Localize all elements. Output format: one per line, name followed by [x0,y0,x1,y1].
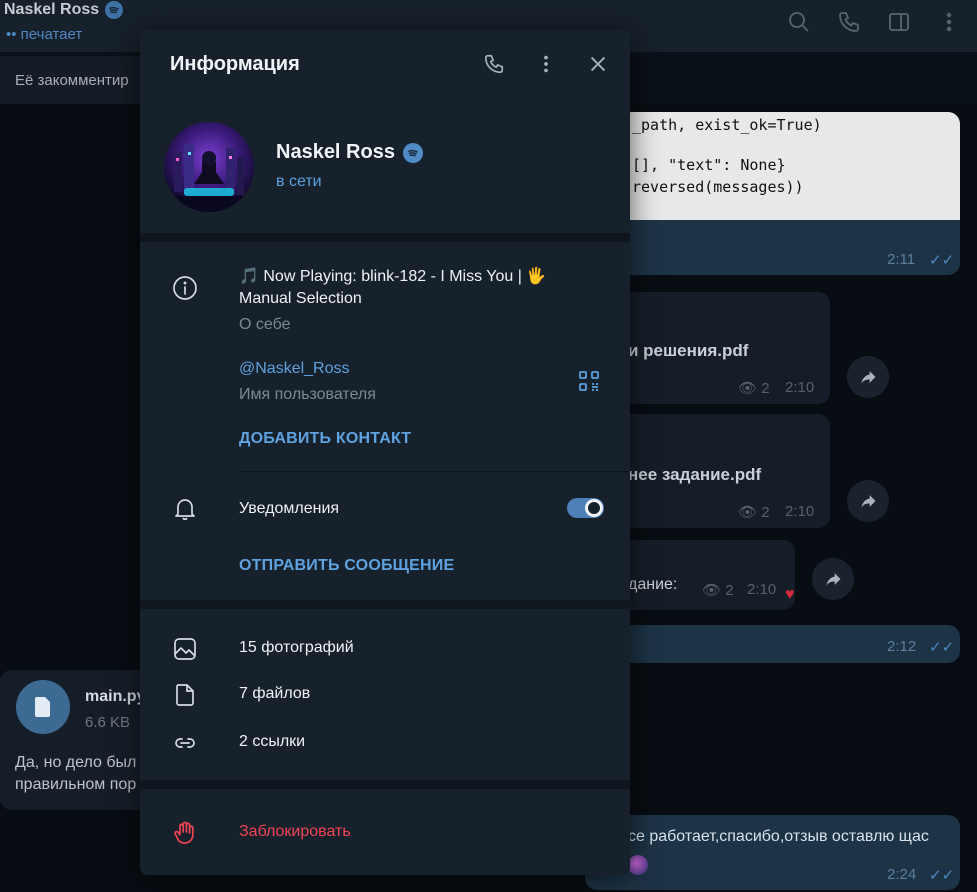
files-link[interactable]: 7 файлов [239,685,310,703]
share-button[interactable] [812,558,854,600]
message-time: 2:11 [887,251,916,268]
spotify-icon [402,142,423,163]
message-time: 2:10 [785,503,815,520]
links-link[interactable]: 2 ссылки [239,733,305,751]
chat-status: •• печатает [6,26,83,43]
section-separator [140,780,630,789]
divider [238,471,630,472]
share-button[interactable] [847,480,889,522]
phone-icon [484,54,504,74]
qr-code-icon[interactable] [578,370,600,392]
search-icon[interactable] [787,10,811,34]
file-icon [35,697,50,717]
views-count: 👁 2 [738,504,770,521]
panel-title: Информация [170,53,300,75]
views-count: 👁 2 [702,582,734,599]
close-button[interactable] [586,52,610,76]
file-download-button[interactable] [16,680,70,734]
file-name: main.py [85,688,146,705]
chat-title[interactable]: Naskel Ross [4,1,124,19]
bio-text: 🎵 Now Playing: blink-182 - I Miss You | … [239,268,547,285]
share-icon [861,371,876,384]
message-time: 2:10 [747,581,777,598]
bio-label: О себе [239,316,291,333]
bell-icon [172,496,198,522]
more-vertical-icon [544,55,548,73]
message-text: дание: [628,576,678,593]
message-text: се работает,спасибо,отзыв оставлю щас [628,828,929,845]
share-icon [826,573,841,586]
message-time: 2:12 [887,638,917,655]
read-ticks-icon: ✓✓ [929,252,955,269]
username[interactable]: @Naskel_Ross [239,360,350,378]
section-separator [140,233,630,242]
message-text: Да, но дело был [15,754,137,771]
section-separator [140,600,630,609]
more-button[interactable] [534,52,558,76]
link-icon [172,730,198,756]
more-vertical-icon[interactable] [937,10,961,34]
views-count: 👁 2 [738,380,770,397]
emoji-sticker [628,855,648,875]
profile-name: Naskel Ross [276,141,423,164]
panel-header: Информация [140,30,630,100]
read-ticks-icon: ✓✓ [929,867,955,884]
sidebar-icon[interactable] [887,10,911,34]
code-block: _path, exist_ok=True) [], "text": None} … [620,112,960,220]
close-icon [590,56,606,72]
phone-icon[interactable] [837,10,861,34]
username-label: Имя пользователя [239,386,376,403]
message-time: 2:24 [887,866,917,883]
online-status: в сети [276,173,322,190]
share-icon [861,495,876,508]
file-icon [172,682,198,708]
bio-text-line2: Manual Selection [239,290,362,307]
notifications-toggle[interactable] [567,498,604,518]
info-icon [172,275,198,301]
file-name: и решения.pdf [628,341,749,360]
add-contact-button[interactable]: ДОБАВИТЬ КОНТАКТ [239,430,411,448]
block-user-button[interactable]: Заблокировать [239,823,351,841]
file-size: 6.6 KB [85,714,131,731]
share-button[interactable] [847,356,889,398]
hand-block-icon [172,820,198,846]
photos-link[interactable]: 15 фотографий [239,639,354,657]
call-button[interactable] [482,52,506,76]
avatar[interactable] [164,122,254,212]
message-time: 2:10 [785,379,815,396]
pinned-message[interactable]: Её закомментир [0,56,150,104]
read-ticks-icon: ✓✓ [929,639,955,656]
spotify-icon [105,1,124,19]
send-message-button[interactable]: ОТПРАВИТЬ СООБЩЕНИЕ [239,557,454,575]
user-info-panel: Информация Naskel Ross в сети 🎵 Now Play… [140,30,630,875]
heart-reaction-icon[interactable]: ♥ [785,586,795,604]
message-text: правильном пор [15,776,137,793]
file-name: нее задание.pdf [628,465,762,484]
notifications-label: Уведомления [239,500,340,517]
photo-icon [172,636,198,662]
